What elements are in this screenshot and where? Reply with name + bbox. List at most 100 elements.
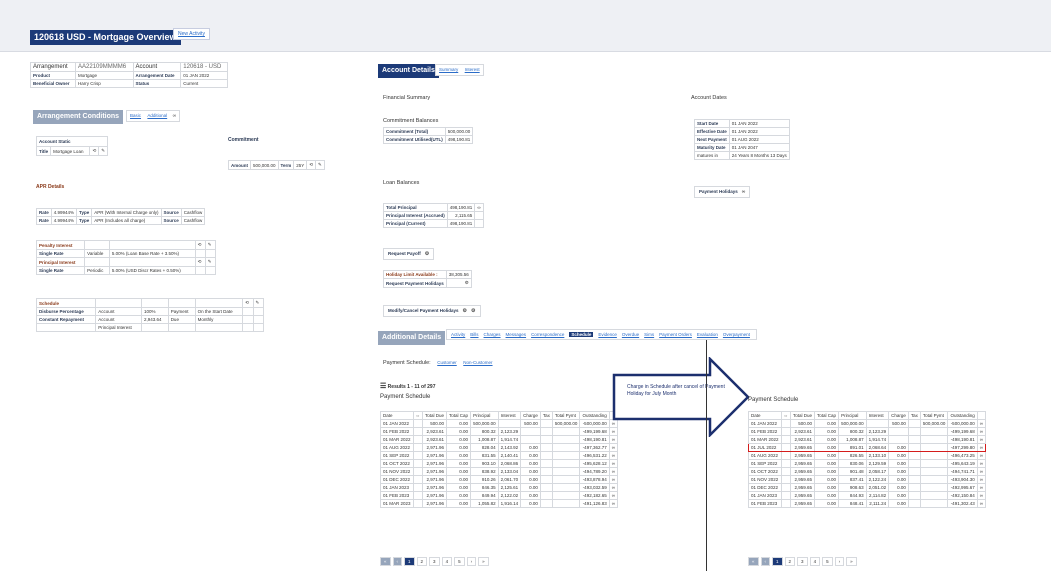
request-payoff-button[interactable]: Request Payoff ⚙: [383, 248, 435, 260]
column-header[interactable]: Total Cap: [446, 411, 472, 420]
link-icon[interactable]: ∞: [976, 459, 986, 468]
link-icon[interactable]: ∞: [474, 203, 484, 212]
link-icon[interactable]: ∞: [976, 427, 986, 436]
link-icon[interactable]: ∞: [608, 491, 618, 500]
column-header[interactable]: Date: [380, 411, 414, 420]
prev-page-button[interactable]: ‹: [760, 557, 771, 566]
edit-icon[interactable]: ✎: [98, 146, 109, 156]
tab-additional[interactable]: Additional: [147, 113, 167, 118]
link-icon[interactable]: ∞: [608, 499, 618, 508]
link-icon[interactable]: ∞: [976, 467, 986, 476]
refresh-icon[interactable]: ⟲: [89, 146, 100, 156]
link-icon[interactable]: ∞: [608, 451, 618, 460]
column-header[interactable]: Total Pymt: [551, 411, 581, 420]
link-icon[interactable]: ∞: [608, 443, 618, 452]
customer-link[interactable]: Customer: [437, 360, 457, 365]
tab-overdue[interactable]: Overdue: [622, 332, 639, 337]
column-header[interactable]: Total Due: [790, 411, 816, 420]
first-page-button[interactable]: «: [380, 557, 391, 566]
tab-basic[interactable]: Basic: [130, 113, 141, 118]
link-icon[interactable]: ∞: [608, 459, 618, 468]
menu-icon[interactable]: ☰: [380, 383, 386, 390]
next-page-button[interactable]: ›: [834, 557, 845, 566]
next-page-button[interactable]: ›: [466, 557, 477, 566]
refresh-icon[interactable]: ⟲: [306, 160, 316, 170]
link-icon[interactable]: ∞: [976, 475, 986, 484]
refresh-icon[interactable]: ⟲: [194, 240, 206, 250]
link-icon[interactable]: ∞: [976, 419, 986, 428]
column-header[interactable]: [976, 411, 986, 420]
new-activity-link[interactable]: New Activity: [173, 28, 210, 40]
column-header[interactable]: Total Cap: [814, 411, 840, 420]
last-page-button[interactable]: »: [846, 557, 857, 566]
table-cell: 0.00: [888, 491, 909, 500]
modify-holidays-button[interactable]: Modify/Cancel Payment Holidays ⚙ ⚙: [383, 305, 481, 317]
last-page-button[interactable]: »: [478, 557, 489, 566]
edit-icon[interactable]: ✎: [252, 298, 265, 308]
column-header[interactable]: Interest: [497, 411, 522, 420]
column-header[interactable]: Outstanding: [579, 411, 610, 420]
tab-charges[interactable]: Charges: [484, 332, 501, 337]
page-button[interactable]: 3: [797, 557, 808, 566]
column-header[interactable]: Date: [748, 411, 782, 420]
tab-schedule[interactable]: Schedule: [569, 332, 594, 337]
column-header[interactable]: Outstanding: [947, 411, 978, 420]
column-header[interactable]: Total Pymt: [919, 411, 949, 420]
tab-bills[interactable]: Bills: [470, 332, 478, 337]
page-button[interactable]: 2: [784, 557, 796, 566]
tab-messages[interactable]: Messages: [506, 332, 527, 337]
link-icon[interactable]: ∞: [976, 499, 986, 508]
tab-sims[interactable]: Sims: [644, 332, 654, 337]
page-button[interactable]: 1: [772, 557, 783, 566]
column-header[interactable]: Interest: [865, 411, 890, 420]
link-icon[interactable]: ∞: [976, 443, 986, 452]
link-icon[interactable]: ∞: [608, 467, 618, 476]
tab-summary[interactable]: Summary: [439, 67, 458, 72]
link-icon[interactable]: ∞: [173, 113, 177, 119]
column-header[interactable]: Tax: [539, 411, 553, 420]
column-header[interactable]: Principal: [470, 411, 499, 420]
page-button[interactable]: 5: [822, 557, 833, 566]
non-customer-link[interactable]: Non-Customer: [463, 360, 492, 365]
page-button[interactable]: 2: [416, 557, 428, 566]
holiday-limit-value: 38,305.56: [445, 270, 472, 279]
tab-payment-orders[interactable]: Payment Orders: [659, 332, 692, 337]
column-header[interactable]: Tax: [907, 411, 921, 420]
edit-icon[interactable]: ✎: [204, 240, 217, 250]
column-header[interactable]: Total Due: [422, 411, 448, 420]
gear-icon[interactable]: ⚙: [445, 278, 472, 288]
link-icon[interactable]: ∞: [976, 435, 986, 444]
page-button[interactable]: 4: [809, 557, 821, 566]
refresh-icon[interactable]: ⟲: [242, 298, 254, 308]
tab-overpayment[interactable]: Overpayment: [723, 332, 750, 337]
tab-activity[interactable]: Activity: [451, 332, 465, 337]
payment-holidays-button[interactable]: Payment Holidays ∞: [694, 186, 751, 198]
page-button[interactable]: 4: [441, 557, 453, 566]
edit-icon[interactable]: ✎: [315, 160, 325, 170]
tab-interest[interactable]: Interest: [465, 67, 480, 72]
table-cell: 2,068.64: [865, 443, 890, 452]
tab-evidence[interactable]: Evidence: [598, 332, 617, 337]
prev-page-button[interactable]: ‹: [392, 557, 403, 566]
column-header[interactable]: Charge: [520, 411, 541, 420]
tab-evaluation[interactable]: Evaluation: [697, 332, 718, 337]
column-header[interactable]: Principal: [838, 411, 867, 420]
rate-label: Rate: [36, 208, 52, 217]
page-button[interactable]: 1: [404, 557, 415, 566]
first-page-button[interactable]: «: [748, 557, 759, 566]
page-button[interactable]: 5: [454, 557, 465, 566]
column-header[interactable]: Charge: [888, 411, 909, 420]
link-icon[interactable]: ∞: [976, 483, 986, 492]
edit-icon[interactable]: ✎: [204, 257, 217, 267]
link-icon[interactable]: ∞: [976, 451, 986, 460]
tab-correspondence[interactable]: Correspondence: [531, 332, 564, 337]
resize-icon[interactable]: ⇔: [780, 411, 792, 420]
page-button[interactable]: 3: [429, 557, 440, 566]
refresh-icon[interactable]: ⟲: [194, 257, 206, 267]
table-cell: [412, 419, 424, 428]
link-icon[interactable]: ∞: [608, 475, 618, 484]
request-holidays-label[interactable]: Request Payment Holidays: [383, 278, 447, 288]
link-icon[interactable]: ∞: [608, 483, 618, 492]
resize-icon[interactable]: ⇔: [412, 411, 424, 420]
link-icon[interactable]: ∞: [976, 491, 986, 500]
